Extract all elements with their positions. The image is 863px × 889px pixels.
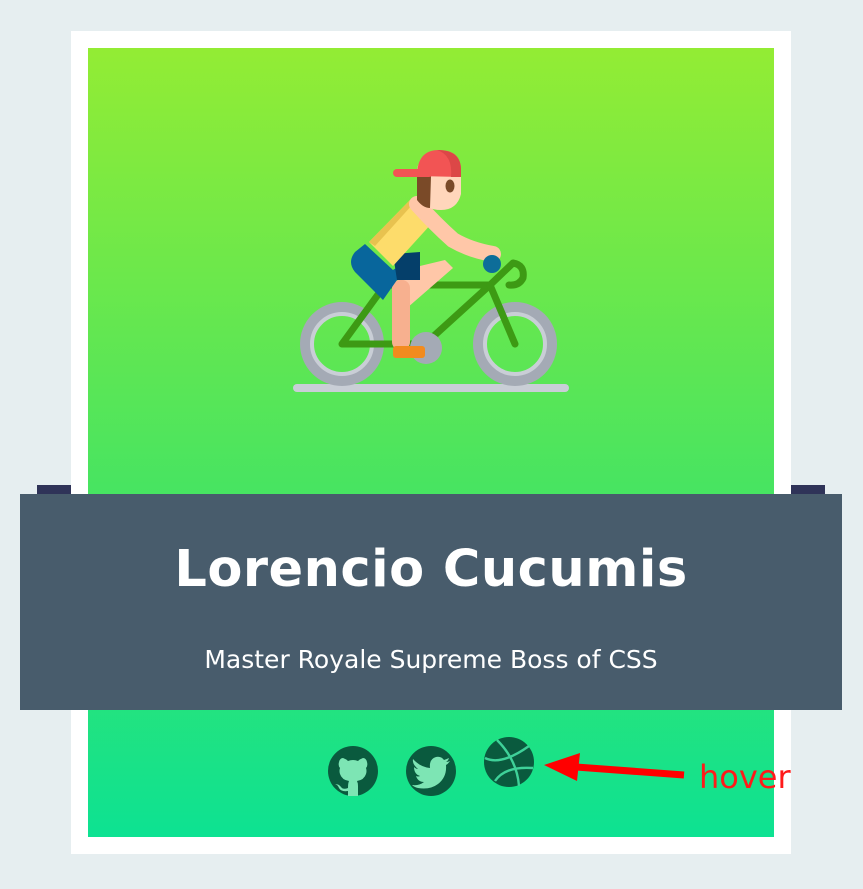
twitter-link[interactable] bbox=[405, 745, 457, 797]
dribbble-link[interactable] bbox=[483, 736, 535, 788]
twitter-icon bbox=[406, 746, 456, 796]
cyclist-illustration bbox=[293, 150, 569, 392]
dribbble-icon bbox=[484, 737, 534, 787]
profile-role: Master Royale Supreme Boss of CSS bbox=[204, 645, 658, 674]
github-link[interactable] bbox=[327, 745, 379, 797]
github-icon bbox=[328, 746, 378, 796]
name-banner: Lorencio Cucumis Master Royale Supreme B… bbox=[20, 494, 842, 710]
profile-name: Lorencio Cucumis bbox=[174, 540, 688, 599]
hover-annotation-label: hover bbox=[699, 758, 791, 796]
hover-annotation-arrow bbox=[544, 753, 685, 781]
